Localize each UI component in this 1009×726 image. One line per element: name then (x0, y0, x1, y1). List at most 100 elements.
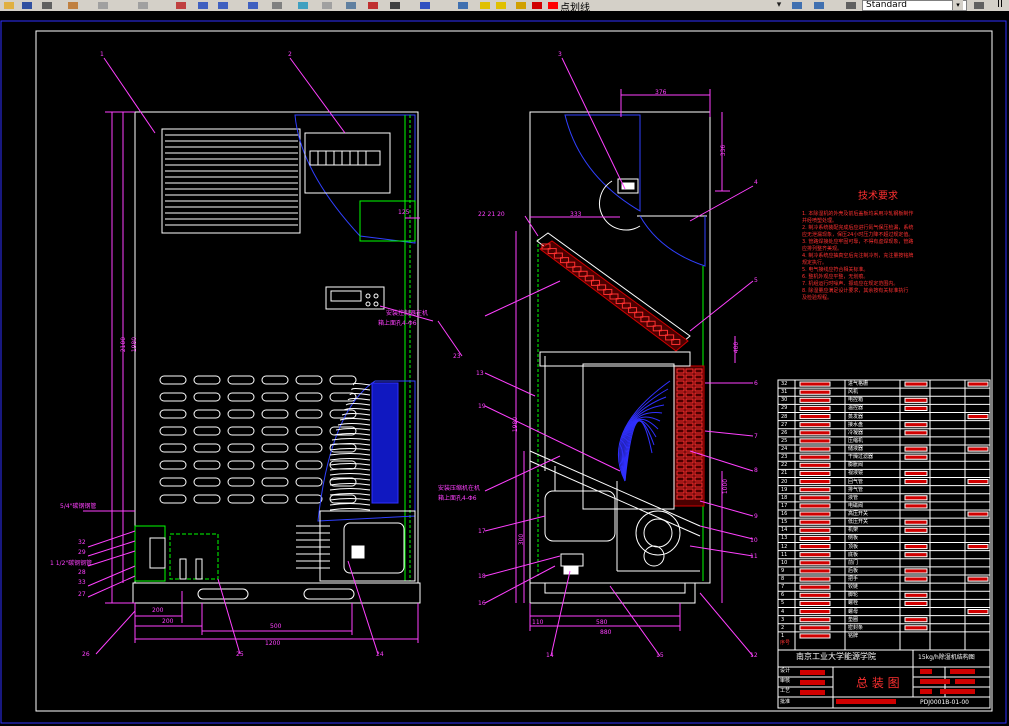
properties-icon[interactable] (270, 0, 284, 10)
zoom-window-icon[interactable] (216, 0, 230, 10)
dim-side-top-width: 376 (655, 89, 667, 96)
table-part-name: 后板 (848, 567, 859, 574)
layer-color-icon[interactable] (530, 0, 544, 10)
undo-icon[interactable] (96, 0, 110, 10)
preview-icon[interactable] (66, 0, 80, 10)
tech-note-line: 5. 电气接线应符合相关标准。 (802, 267, 869, 273)
callout-11: 11 (750, 553, 758, 560)
table-row-number: 31 (781, 389, 788, 396)
dim-front-bottom-left: 200 (152, 607, 164, 614)
title-drawing-name: 总 装 图 (856, 676, 900, 690)
help-icon[interactable] (418, 0, 432, 10)
front-num-27: 27 (78, 591, 86, 598)
title-left-2: 审核 (780, 678, 791, 684)
front-num-32: 32 (78, 539, 86, 546)
callout-19: 19 (478, 403, 486, 410)
dim-front-side: 125 (398, 209, 410, 216)
table-part-name: 铭牌 (848, 632, 859, 639)
dim-side-evap-offset: 333 (570, 211, 582, 218)
save-icon[interactable] (20, 0, 34, 10)
callout-17: 17 (478, 528, 486, 535)
sheet-set-icon[interactable] (344, 0, 358, 10)
zoom-previous-icon[interactable] (246, 0, 260, 10)
layer-freeze-icon[interactable] (494, 0, 508, 10)
tech-note-line: 应无泄漏现象，保压24小时压力降不超过规定值。 (802, 232, 914, 238)
make-current-icon[interactable] (790, 0, 804, 10)
front-callout-23: 23 (453, 353, 461, 360)
table-row-number: 4 (781, 608, 785, 615)
tech-note-line: 2. 制冷系统装配完成后应进行氮气保压检漏，系统 (802, 225, 914, 231)
front-callout-26: 26 (82, 651, 90, 658)
front-callout-24: 24 (376, 651, 384, 658)
callout-13: 13 (476, 370, 484, 377)
tech-note-line: 1. 本除湿机的外壳及前后盖板均采用冷轧钢板制作 (802, 211, 914, 217)
callout-10: 10 (750, 537, 758, 544)
pan-icon[interactable] (174, 0, 188, 10)
layer-lock-icon[interactable] (514, 0, 528, 10)
zoom-realtime-icon[interactable] (196, 0, 210, 10)
table-row-number: 27 (781, 421, 788, 428)
dim-style-icon[interactable] (972, 0, 986, 10)
chevron-down-icon[interactable]: ▾ (952, 0, 963, 10)
callout-6: 6 (754, 380, 758, 387)
table-part-name: 机架 (848, 527, 859, 534)
side-top-nums: 22 21 20 (478, 211, 505, 218)
layer-manager-icon[interactable] (456, 0, 470, 10)
table-part-name: 蒸发器 (848, 413, 864, 420)
table-row-number: 10 (781, 559, 788, 566)
table-row-number: 9 (781, 567, 785, 574)
dim-side-evap-height: 400 (733, 341, 741, 354)
table-row-number: 24 (781, 446, 788, 452)
tech-note-line: 7. 机组运行时噪声、振动应在规定范围内。 (802, 281, 899, 287)
front-num-33: 33 (78, 579, 86, 586)
plot-icon[interactable] (40, 0, 54, 10)
dim-side-lower-left: 300 (518, 533, 526, 546)
table-row-number: 21 (781, 470, 788, 477)
title-drawing-no: PDJ0001B-01-00 (920, 699, 969, 706)
table-part-name: 电磁阀 (848, 502, 864, 509)
title-left-4: 批准 (780, 699, 791, 705)
table-row-number: 16 (781, 511, 788, 517)
table-row-number: 32 (781, 381, 788, 387)
tool-palettes-icon[interactable] (320, 0, 334, 10)
table-row-number: 26 (781, 429, 788, 436)
table-part-name: 密封条 (848, 624, 864, 631)
callout-2: 2 (288, 51, 292, 58)
calculator-icon[interactable] (388, 0, 402, 10)
dim-side-top-height: 336 (720, 144, 728, 157)
table-row-number: 30 (781, 397, 788, 404)
redo-icon[interactable] (136, 0, 150, 10)
parts-table: 32 进气格栅 31 风机 30 电控箱 29 温控器 28 蒸发器 27 接水盘 26 冷凝器 25 压缩机… (778, 380, 990, 650)
tech-note-line: 3. 管路焊接处应牢固可靠，不得有虚焊现象，管路 (802, 239, 914, 245)
compressor-mount-label: 安装压缩机在机 (438, 485, 481, 492)
rear-pipe-label-2: 1 1/2"碳钢钢管 (50, 560, 93, 567)
layer-previous-icon[interactable] (812, 0, 826, 10)
layer-dropdown-icon[interactable]: ▾ (772, 0, 786, 10)
front-num-29: 29 (78, 549, 86, 556)
callout-16: 16 (478, 600, 486, 607)
table-row-number: 8 (781, 576, 785, 582)
table-part-name: 回气管 (848, 478, 864, 485)
table-part-name: 储液器 (848, 446, 864, 452)
dim-side-bottom-left: 110 (532, 619, 544, 626)
table-part-name: 排气管 (848, 486, 864, 493)
drawing-canvas[interactable]: 1 2 2100 1980 200 200 500 1200 125 5/4"碳… (0, 11, 1009, 726)
layer-swatch-icon[interactable] (546, 0, 560, 10)
markup-icon[interactable] (366, 0, 380, 10)
text-style-icon[interactable] (844, 0, 858, 10)
table-row-number: 22 (781, 462, 788, 469)
dim-side-height: 1980 (512, 416, 520, 433)
open-icon[interactable] (2, 0, 16, 10)
table-row-number: 6 (781, 592, 785, 599)
table-row-number: 23 (781, 454, 788, 461)
table-row-number: 13 (781, 535, 788, 542)
table-row-number: 7 (781, 584, 785, 591)
table-header-seq: 序号 (780, 640, 791, 646)
design-center-icon[interactable] (296, 0, 310, 10)
callout-5: 5 (754, 277, 758, 284)
table-part-name: 视液镜 (848, 470, 864, 477)
callout-8: 8 (754, 467, 758, 474)
layer-on-icon[interactable] (478, 0, 492, 10)
callout-7: 7 (754, 433, 758, 440)
title-school: 南京工业大学能源学院 (796, 652, 876, 661)
